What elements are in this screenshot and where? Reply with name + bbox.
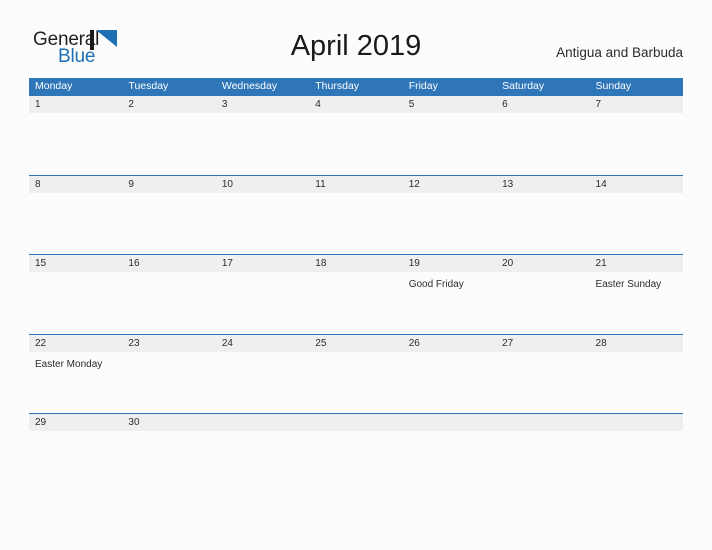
day-number-empty <box>590 414 683 431</box>
week-row: 1 2 3 4 5 6 7 <box>29 95 683 175</box>
day-number[interactable]: 14 <box>590 176 683 193</box>
day-cell[interactable] <box>29 272 122 334</box>
date-band: 8 9 10 11 12 13 14 <box>29 175 683 193</box>
day-cell[interactable] <box>309 113 402 175</box>
day-number[interactable]: 28 <box>590 335 683 352</box>
day-cell[interactable] <box>403 193 496 255</box>
day-cell[interactable] <box>590 113 683 175</box>
week-row: 22 23 24 25 26 27 28 Easter Monday <box>29 333 683 414</box>
day-number-empty <box>403 414 496 431</box>
day-cell[interactable] <box>216 193 309 255</box>
day-number[interactable]: 9 <box>122 176 215 193</box>
calendar: Monday Tuesday Wednesday Thursday Friday… <box>29 78 683 493</box>
day-cell[interactable] <box>496 113 589 175</box>
day-cell[interactable] <box>216 352 309 414</box>
day-number[interactable]: 3 <box>216 96 309 113</box>
day-cell-empty <box>496 431 589 493</box>
event-label: Good Friday <box>408 279 464 290</box>
weekday-monday: Monday <box>35 80 73 92</box>
date-band: 29 30 <box>29 414 683 431</box>
day-body-band <box>29 431 683 493</box>
day-number[interactable]: 17 <box>216 255 309 272</box>
event-label: Easter Sunday <box>595 279 662 290</box>
day-cell[interactable] <box>29 431 122 493</box>
day-body-band <box>29 193 683 255</box>
day-cell[interactable] <box>309 352 402 414</box>
day-number[interactable]: 20 <box>496 255 589 272</box>
day-cell-easter-monday[interactable]: Easter Monday <box>29 352 122 414</box>
day-number[interactable]: 30 <box>122 414 215 431</box>
weekday-saturday: Saturday <box>502 80 545 92</box>
weekday-thursday: Thursday <box>315 80 360 92</box>
day-body-band <box>29 113 683 175</box>
day-number[interactable]: 1 <box>29 96 122 113</box>
day-cell[interactable] <box>29 113 122 175</box>
weekday-friday: Friday <box>408 80 438 92</box>
day-number-empty <box>496 414 589 431</box>
day-number[interactable]: 4 <box>309 96 402 113</box>
weekday-sunday: Sunday <box>595 80 632 92</box>
date-band: 15 16 17 18 19 20 21 <box>29 255 683 272</box>
day-number[interactable]: 24 <box>216 335 309 352</box>
day-number[interactable]: 19 <box>403 255 496 272</box>
day-cell[interactable] <box>122 352 215 414</box>
day-cell[interactable] <box>216 113 309 175</box>
event-label: Easter Monday <box>35 358 103 370</box>
day-cell[interactable] <box>590 193 683 255</box>
page-header: General Blue April 2019 Antigua and Barb… <box>0 0 712 78</box>
day-number[interactable]: 21 <box>590 255 683 272</box>
week-row: 29 30 <box>29 413 683 493</box>
day-number[interactable]: 6 <box>496 96 589 113</box>
day-number[interactable]: 12 <box>403 176 496 193</box>
day-cell[interactable] <box>122 272 215 334</box>
day-cell[interactable] <box>403 352 496 414</box>
day-cell-empty <box>590 431 683 493</box>
day-number[interactable]: 22 <box>29 335 122 352</box>
day-number[interactable]: 10 <box>216 176 309 193</box>
day-cell[interactable] <box>309 272 402 334</box>
day-cell[interactable] <box>122 431 215 493</box>
day-body-band: Easter Monday <box>29 352 683 414</box>
day-cell[interactable] <box>496 272 589 334</box>
day-number-empty <box>309 414 402 431</box>
day-cell[interactable] <box>496 193 589 255</box>
weekday-header-row: Monday Tuesday Wednesday Thursday Friday… <box>29 78 683 95</box>
day-number[interactable]: 27 <box>496 335 589 352</box>
day-number[interactable]: 18 <box>309 255 402 272</box>
day-cell-easter-sunday[interactable]: Easter Sunday <box>590 272 683 334</box>
country-label: Antigua and Barbuda <box>556 45 683 60</box>
day-number[interactable]: 13 <box>496 176 589 193</box>
day-cell-empty <box>403 431 496 493</box>
day-number[interactable]: 7 <box>590 96 683 113</box>
day-number[interactable]: 29 <box>29 414 122 431</box>
date-band: 1 2 3 4 5 6 7 <box>29 96 683 113</box>
date-band: 22 23 24 25 26 27 28 <box>29 334 683 352</box>
day-number[interactable]: 25 <box>309 335 402 352</box>
day-cell[interactable] <box>590 352 683 414</box>
day-cell-empty <box>216 431 309 493</box>
day-number[interactable]: 15 <box>29 255 122 272</box>
week-row: 8 9 10 11 12 13 14 <box>29 174 683 255</box>
day-number[interactable]: 23 <box>122 335 215 352</box>
day-number[interactable]: 16 <box>122 255 215 272</box>
day-cell-good-friday[interactable]: Good Friday <box>403 272 496 334</box>
day-cell[interactable] <box>309 193 402 255</box>
day-number[interactable]: 26 <box>403 335 496 352</box>
day-number[interactable]: 2 <box>122 96 215 113</box>
week-row: 15 16 17 18 19 20 21 Good Friday Easter … <box>29 254 683 334</box>
day-body-band: Good Friday Easter Sunday <box>29 272 683 334</box>
day-cell-empty <box>309 431 402 493</box>
weekday-tuesday: Tuesday <box>128 80 169 92</box>
day-cell[interactable] <box>496 352 589 414</box>
day-number-empty <box>216 414 309 431</box>
day-cell[interactable] <box>122 113 215 175</box>
day-cell[interactable] <box>29 193 122 255</box>
weekday-wednesday: Wednesday <box>221 80 278 92</box>
day-cell[interactable] <box>403 113 496 175</box>
day-number[interactable]: 5 <box>403 96 496 113</box>
day-number[interactable]: 11 <box>309 176 402 193</box>
day-cell[interactable] <box>216 272 309 334</box>
day-number[interactable]: 8 <box>29 176 122 193</box>
day-cell[interactable] <box>122 193 215 255</box>
